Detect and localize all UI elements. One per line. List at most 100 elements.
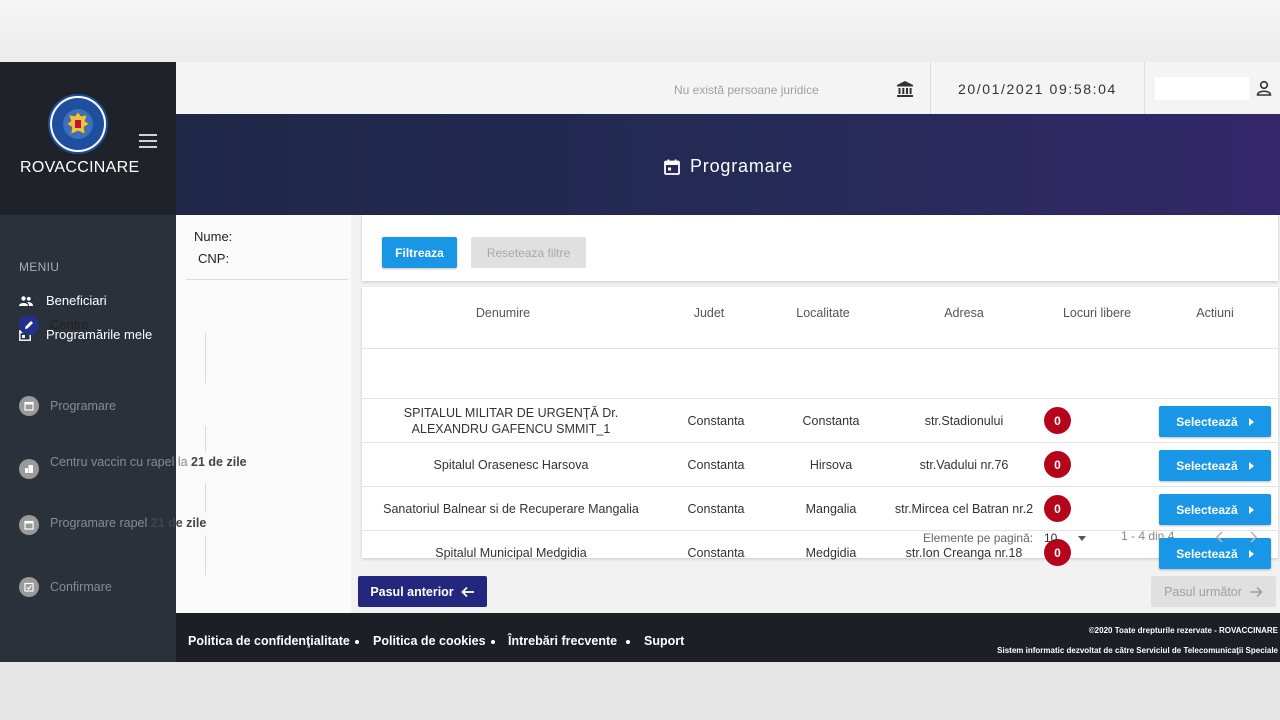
dropdown-caret-icon[interactable] <box>1078 536 1086 541</box>
calendar-icon <box>663 158 681 176</box>
menu-title: MENIU <box>19 260 60 274</box>
cell-denumire: Sanatoriul Balnear si de Recuperare Mang… <box>383 501 639 516</box>
filter-button[interactable]: Filtreaza <box>382 237 457 268</box>
column-header-locuri-libere[interactable]: Locuri libere <box>1063 306 1131 320</box>
cell-adresa: str.Mircea cel Batran nr.2 <box>894 501 1034 516</box>
column-header-actiuni: Actiuni <box>1196 306 1234 320</box>
per-page-select[interactable]: 10 <box>1044 531 1057 545</box>
caret-right-icon <box>1248 505 1254 514</box>
select-button[interactable]: Selectează <box>1159 450 1271 481</box>
next-page-icon[interactable] <box>1245 529 1261 545</box>
step-programare: Programare <box>19 396 116 416</box>
cell-judet: Constanta <box>687 457 745 472</box>
calendar-icon <box>19 396 39 416</box>
separator-dot <box>491 640 495 644</box>
user-field[interactable] <box>1155 77 1249 100</box>
copyright-text: ©2020 Toate drepturile rezervate - ROVAC… <box>1088 626 1278 635</box>
arrow-left-icon <box>460 586 474 597</box>
arrow-right-icon <box>1249 586 1263 597</box>
cell-localitate: Hirsova <box>809 457 853 472</box>
institution-icon[interactable] <box>895 79 915 99</box>
step-label: Centru vaccin cu rapel la 21 de zile <box>50 455 247 469</box>
column-header-denumire[interactable]: Denumire <box>476 306 530 320</box>
current-datetime: 20/01/2021 09:58:04 <box>958 81 1117 97</box>
free-slots-badge: 0 <box>1044 407 1071 434</box>
cell-localitate: Mangalia <box>805 501 857 516</box>
page-title: Programare <box>663 156 793 177</box>
free-slots-badge: 0 <box>1044 451 1071 478</box>
centres-table: Denumire Judet Localitate Adresa Locuri … <box>362 287 1278 569</box>
cell-judet: Constanta <box>687 545 745 560</box>
sidebar-item-label: Beneficiari <box>46 293 107 308</box>
cnp-label: CNP: <box>198 251 230 266</box>
cell-localitate: Medgidia <box>805 545 857 560</box>
footer-link-faq[interactable]: Întrebări frecvente <box>508 634 617 648</box>
brand-area: ROVACCINARE <box>0 62 176 215</box>
calendar-icon <box>19 515 39 535</box>
step-label: Programare <box>50 399 116 413</box>
footer-link-support[interactable]: Suport <box>644 634 684 648</box>
column-header-adresa[interactable]: Adresa <box>944 306 984 320</box>
user-account-icon[interactable] <box>1255 79 1273 97</box>
column-header-localitate[interactable]: Localitate <box>796 306 850 320</box>
sidebar: ROVACCINARE MENIU Beneficiari Programări… <box>0 62 176 662</box>
step-label: Programare rapel 21 de zile <box>50 516 207 530</box>
table-row: SPITALUL MILITAR DE URGENŢĂ Dr. ALEXANDR… <box>362 398 1278 442</box>
next-step-label: Pasul următor <box>1164 584 1242 599</box>
next-step-button[interactable]: Pasul următor <box>1151 576 1276 607</box>
government-logo <box>48 94 108 154</box>
pagination-range: 1 - 4 din 4 <box>1121 529 1175 543</box>
footer-link-cookies[interactable]: Politica de cookies <box>373 634 486 648</box>
cell-denumire: SPITALUL MILITAR DE URGENŢĂ Dr. ALEXANDR… <box>403 405 619 436</box>
caret-right-icon <box>1248 417 1254 426</box>
cell-adresa: str.Vadului nr.76 <box>919 457 1009 472</box>
cell-adresa: str.Stadionului <box>924 413 1004 428</box>
step-connector <box>205 426 206 452</box>
divider <box>930 62 931 114</box>
cell-adresa: str.Ion Creanga nr.18 <box>905 545 1023 560</box>
previous-step-button[interactable]: Pasul anterior <box>358 576 487 607</box>
previous-page-icon[interactable] <box>1212 529 1228 545</box>
table-row: Spitalul Orasenesc Harsova Constanta Hir… <box>362 442 1278 486</box>
step-confirmare: Confirmare <box>19 577 112 597</box>
free-slots-badge: 0 <box>1044 495 1071 522</box>
divider <box>186 279 348 280</box>
caret-right-icon <box>1248 461 1254 470</box>
footer: Politica de confidenţialitate Politica d… <box>176 613 1280 662</box>
step-centre: Centre <box>19 315 89 335</box>
page-banner: Programare <box>176 114 1280 215</box>
step-programare-rapel: Programare rapel 21 de zile <box>19 515 206 535</box>
cell-localitate: Constanta <box>802 413 860 428</box>
developer-text: Sistem informatic dezvoltat de către Ser… <box>997 646 1278 655</box>
reset-filters-button[interactable]: Reseteaza filtre <box>471 237 586 268</box>
select-button[interactable]: Selectează <box>1159 494 1271 525</box>
select-button[interactable]: Selectează <box>1159 406 1271 437</box>
footer-link-privacy[interactable]: Politica de confidenţialitate <box>188 634 350 648</box>
column-header-judet[interactable]: Judet <box>694 306 725 320</box>
building-icon <box>19 459 39 479</box>
step-label: Centre <box>50 317 90 332</box>
table-row: Sanatoriul Balnear si de Recuperare Mang… <box>362 486 1278 530</box>
cell-denumire: Spitalul Municipal Medgidia <box>435 545 587 560</box>
step-connector <box>205 535 206 575</box>
step-centru-vaccin: Centru vaccin cu rapel la 21 de zile <box>19 454 247 479</box>
previous-step-label: Pasul anterior <box>370 584 454 599</box>
separator-dot <box>355 640 359 644</box>
name-label: Nume: <box>194 229 233 244</box>
cell-denumire: Spitalul Orasenesc Harsova <box>433 457 589 472</box>
checkbox-calendar-icon <box>19 577 39 597</box>
sidebar-item-beneficiari[interactable]: Beneficiari <box>19 293 107 308</box>
per-page-label: Elemente pe pagină: <box>923 531 1034 545</box>
steps-panel: Nume: CNP: <box>176 215 351 613</box>
filter-card: Filtreaza Reseteaza filtre <box>362 215 1278 281</box>
page-title-text: Programare <box>690 156 794 176</box>
people-icon <box>19 294 33 308</box>
cell-judet: Constanta <box>687 501 745 516</box>
step-connector <box>205 333 206 383</box>
app-name: ROVACCINARE <box>20 159 140 176</box>
app-window: ROVACCINARE MENIU Beneficiari Programări… <box>0 62 1280 662</box>
hamburger-menu-icon[interactable] <box>139 134 157 148</box>
legal-entities-status: Nu există persoane juridice <box>674 83 819 97</box>
pencil-icon <box>19 315 39 335</box>
step-connector <box>205 483 206 513</box>
